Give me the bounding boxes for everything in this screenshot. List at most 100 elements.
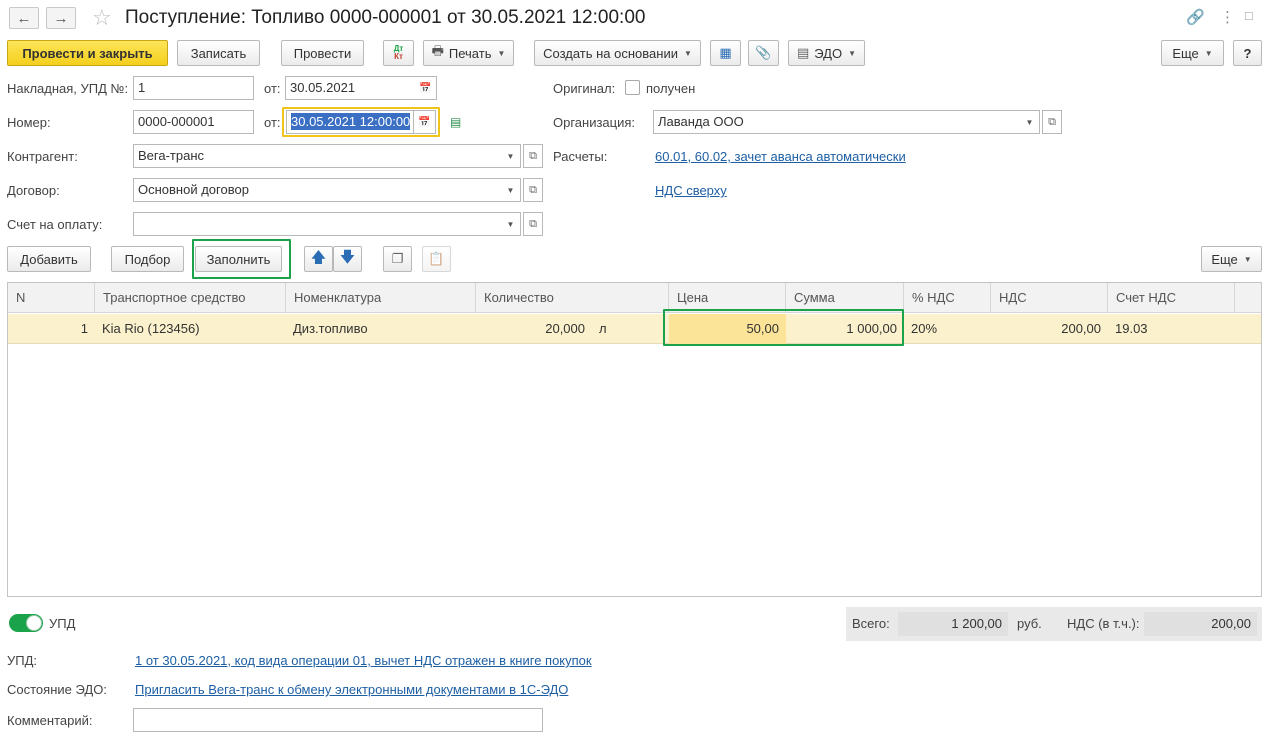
vat-included-label: НДС (в т.ч.): bbox=[1067, 616, 1140, 631]
invoice-date-label: от: bbox=[264, 81, 281, 96]
payment-invoice-dropdown[interactable]: ▼ bbox=[501, 212, 521, 236]
counterparty-field[interactable]: Вега-транс bbox=[133, 144, 502, 168]
organization-field[interactable]: Лаванда ООО bbox=[653, 110, 1021, 134]
more-button[interactable]: Еще ▼ bbox=[1161, 40, 1224, 66]
upd-link[interactable]: 1 от 30.05.2021, код вида операции 01, в… bbox=[135, 653, 592, 668]
printer-icon: 🖶 bbox=[431, 43, 444, 58]
invoice-date-field[interactable]: 30.05.2021 bbox=[285, 76, 416, 100]
column-header-vehicle[interactable]: Транспортное средство bbox=[95, 283, 286, 313]
forward-button[interactable]: → bbox=[46, 7, 76, 29]
vat-included-value: 200,00 bbox=[1144, 612, 1257, 636]
settlements-link[interactable]: 60.01, 60.02, зачет аванса автоматически bbox=[655, 149, 906, 164]
open-window-icon: ⧉ bbox=[529, 149, 537, 162]
save-button[interactable]: Записать bbox=[177, 40, 260, 66]
contract-dropdown[interactable]: ▼ bbox=[501, 178, 521, 202]
payment-invoice-field[interactable] bbox=[133, 212, 502, 236]
open-window-icon: ⧉ bbox=[529, 183, 537, 196]
number-field[interactable]: 0000-000001 bbox=[133, 110, 254, 134]
cell-vat-rate[interactable]: 20% bbox=[904, 314, 991, 344]
back-button[interactable]: ← bbox=[9, 7, 39, 29]
maximize-icon[interactable]: □ bbox=[1245, 8, 1253, 23]
favorite-star-icon[interactable]: ☆ bbox=[92, 5, 112, 31]
cell-vehicle[interactable]: Kia Rio (123456) bbox=[95, 314, 286, 344]
organization-open-button[interactable]: ⧉ bbox=[1042, 110, 1062, 134]
column-header-vat-account[interactable]: Счет НДС bbox=[1108, 283, 1235, 313]
payment-invoice-open-button[interactable]: ⧉ bbox=[523, 212, 543, 236]
cell-quantity[interactable]: 20,000 bbox=[476, 314, 592, 344]
cell-item[interactable]: Диз.топливо bbox=[286, 314, 476, 344]
calendar-button[interactable]: 📅 bbox=[415, 76, 437, 100]
original-received-checkbox[interactable] bbox=[625, 80, 640, 95]
link-icon[interactable]: 🔗 bbox=[1186, 8, 1205, 26]
contract-open-button[interactable]: ⧉ bbox=[523, 178, 543, 202]
paste-icon: 📋 bbox=[428, 251, 445, 266]
comment-label: Комментарий: bbox=[7, 713, 93, 728]
column-header-item[interactable]: Номенклатура bbox=[286, 283, 476, 313]
column-header-n[interactable]: N bbox=[8, 283, 95, 313]
doc-date-field[interactable]: 30.05.2021 12:00:00 bbox=[286, 110, 414, 134]
copy-icon: ❐ bbox=[391, 251, 404, 266]
upd-toggle[interactable] bbox=[9, 614, 43, 632]
total-value: 1 200,00 bbox=[898, 612, 1008, 636]
structure-icon: ▦ bbox=[719, 45, 732, 60]
counterparty-open-button[interactable]: ⧉ bbox=[523, 144, 543, 168]
chevron-down-icon: ▼ bbox=[1025, 117, 1034, 127]
structure-button[interactable]: ▦ bbox=[710, 40, 741, 66]
table-more-button[interactable]: Еще ▼ bbox=[1201, 246, 1262, 272]
open-window-icon: ⧉ bbox=[529, 217, 537, 230]
paperclip-icon: 📎 bbox=[755, 45, 772, 60]
organization-dropdown[interactable]: ▼ bbox=[1020, 110, 1040, 134]
move-down-button[interactable]: 🡇 bbox=[333, 246, 362, 272]
print-button[interactable]: 🖶 Печать ▼ bbox=[423, 40, 514, 66]
kebab-menu-icon[interactable]: ⋮ bbox=[1220, 8, 1235, 26]
column-header-quantity[interactable]: Количество bbox=[476, 283, 669, 313]
create-based-on-button[interactable]: Создать на основании ▼ bbox=[534, 40, 701, 66]
attachments-button[interactable]: 📎 bbox=[748, 40, 779, 66]
counterparty-dropdown[interactable]: ▼ bbox=[501, 144, 521, 168]
move-up-button[interactable]: 🡅 bbox=[304, 246, 333, 272]
edo-icon: ▤ bbox=[796, 45, 810, 60]
vat-on-top-link[interactable]: НДС сверху bbox=[655, 183, 727, 198]
post-and-close-button[interactable]: Провести и закрыть bbox=[7, 40, 168, 66]
chevron-down-icon: ▼ bbox=[683, 48, 692, 58]
fuel-items-table: N Транспортное средство Номенклатура Кол… bbox=[7, 282, 1262, 597]
cell-vat[interactable]: 200,00 bbox=[991, 314, 1108, 344]
counterparty-label: Контрагент: bbox=[7, 149, 78, 164]
post-button[interactable]: Провести bbox=[281, 40, 364, 66]
dt-kt-button[interactable]: Дт Кт bbox=[383, 40, 414, 66]
table-row[interactable]: 1 Kia Rio (123456) Диз.топливо 20,000 л … bbox=[8, 314, 1261, 344]
price-sum-highlight bbox=[663, 309, 904, 346]
calendar-icon: 📅 bbox=[418, 116, 431, 128]
column-header-vat[interactable]: НДС bbox=[991, 283, 1108, 313]
edo-state-label: Состояние ЭДО: bbox=[7, 682, 107, 697]
calendar-icon: 📅 bbox=[419, 82, 432, 94]
number-label: Номер: bbox=[7, 115, 51, 130]
cell-unit[interactable]: л bbox=[592, 314, 669, 344]
chevron-down-icon: ▼ bbox=[506, 219, 515, 229]
cell-vat-account[interactable]: 19.03 bbox=[1108, 314, 1235, 344]
calendar-button[interactable]: 📅 bbox=[414, 110, 436, 134]
organization-label: Организация: bbox=[553, 115, 636, 130]
chevron-down-icon: ▼ bbox=[506, 185, 515, 195]
help-button[interactable]: ? bbox=[1233, 40, 1262, 66]
history-icon[interactable]: ▤ bbox=[450, 115, 461, 129]
upd-toggle-label: УПД bbox=[49, 616, 76, 631]
arrow-left-icon: ← bbox=[16, 9, 32, 27]
column-header-vat-rate[interactable]: % НДС bbox=[904, 283, 991, 313]
edo-invite-link[interactable]: Пригласить Вега-транс к обмену электронн… bbox=[135, 682, 568, 697]
total-label: Всего: bbox=[852, 616, 890, 631]
comment-field[interactable] bbox=[133, 708, 543, 732]
currency-label: руб. bbox=[1017, 616, 1042, 631]
add-row-button[interactable]: Добавить bbox=[7, 246, 91, 272]
paste-row-button[interactable]: 📋 bbox=[422, 246, 451, 272]
pick-button[interactable]: Подбор bbox=[111, 246, 184, 272]
contract-label: Договор: bbox=[7, 183, 60, 198]
toggle-knob bbox=[26, 615, 42, 631]
copy-row-button[interactable]: ❐ bbox=[383, 246, 412, 272]
invoice-number-field[interactable]: 1 bbox=[133, 76, 254, 100]
cell-n[interactable]: 1 bbox=[8, 314, 95, 344]
open-window-icon: ⧉ bbox=[1048, 115, 1056, 128]
contract-field[interactable]: Основной договор bbox=[133, 178, 502, 202]
window-title: Поступление: Топливо 0000-000001 от 30.0… bbox=[125, 7, 646, 28]
edo-button[interactable]: ▤ ЭДО ▼ bbox=[788, 40, 865, 66]
